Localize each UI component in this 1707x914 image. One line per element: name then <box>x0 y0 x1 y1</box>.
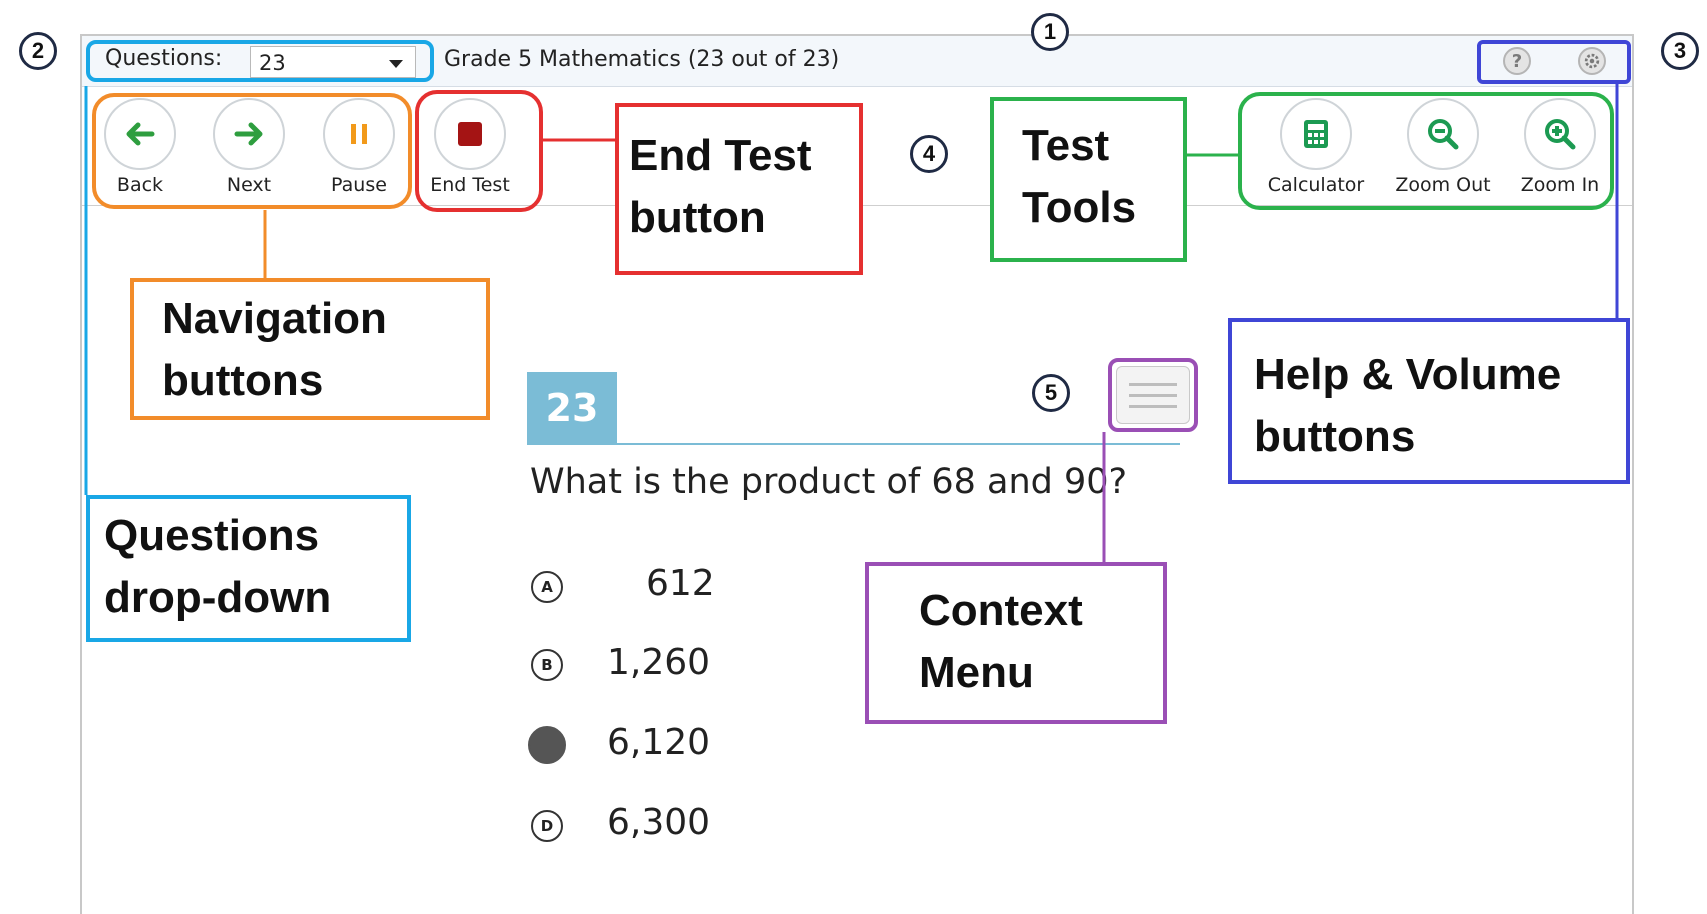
navigation-callout: Navigation buttons <box>130 278 490 420</box>
badge-4: 4 <box>910 135 948 173</box>
tools-outline <box>1238 92 1614 210</box>
test-tools-callout: Test Tools <box>990 97 1187 262</box>
badge-1: 1 <box>1031 13 1069 51</box>
context-menu-outline <box>1108 358 1198 432</box>
questions-dropdown-callout-line2: drop-down <box>104 573 332 622</box>
questions-outline <box>86 40 434 82</box>
badge-2: 2 <box>19 32 57 70</box>
help-volume-callout: Help & Volume buttons <box>1228 318 1630 484</box>
help-volume-callout-line1: Help & Volume <box>1254 350 1562 399</box>
badge-5: 5 <box>1032 374 1070 412</box>
questions-dropdown-callout: Questions drop-down <box>86 495 411 642</box>
badge-3: 3 <box>1661 32 1699 70</box>
context-menu-callout: Context Menu <box>865 562 1167 724</box>
navigation-callout-line2: buttons <box>162 356 324 405</box>
test-tools-callout-line1: Test <box>1022 121 1110 170</box>
help-volume-callout-line2: buttons <box>1254 412 1416 461</box>
end-test-callout: End Test button <box>615 103 863 275</box>
context-menu-callout-line2: Menu <box>919 648 1034 697</box>
end-test-callout-line1: End Test <box>629 131 812 180</box>
end-test-callout-line2: button <box>629 193 766 242</box>
questions-dropdown-callout-line1: Questions <box>104 511 320 560</box>
end-test-outline <box>415 90 543 212</box>
test-tools-callout-line2: Tools <box>1022 183 1137 232</box>
help-volume-outline <box>1477 40 1631 84</box>
navigation-callout-line1: Navigation <box>162 294 387 343</box>
context-menu-callout-line1: Context <box>919 586 1083 635</box>
navigation-outline <box>92 93 412 209</box>
